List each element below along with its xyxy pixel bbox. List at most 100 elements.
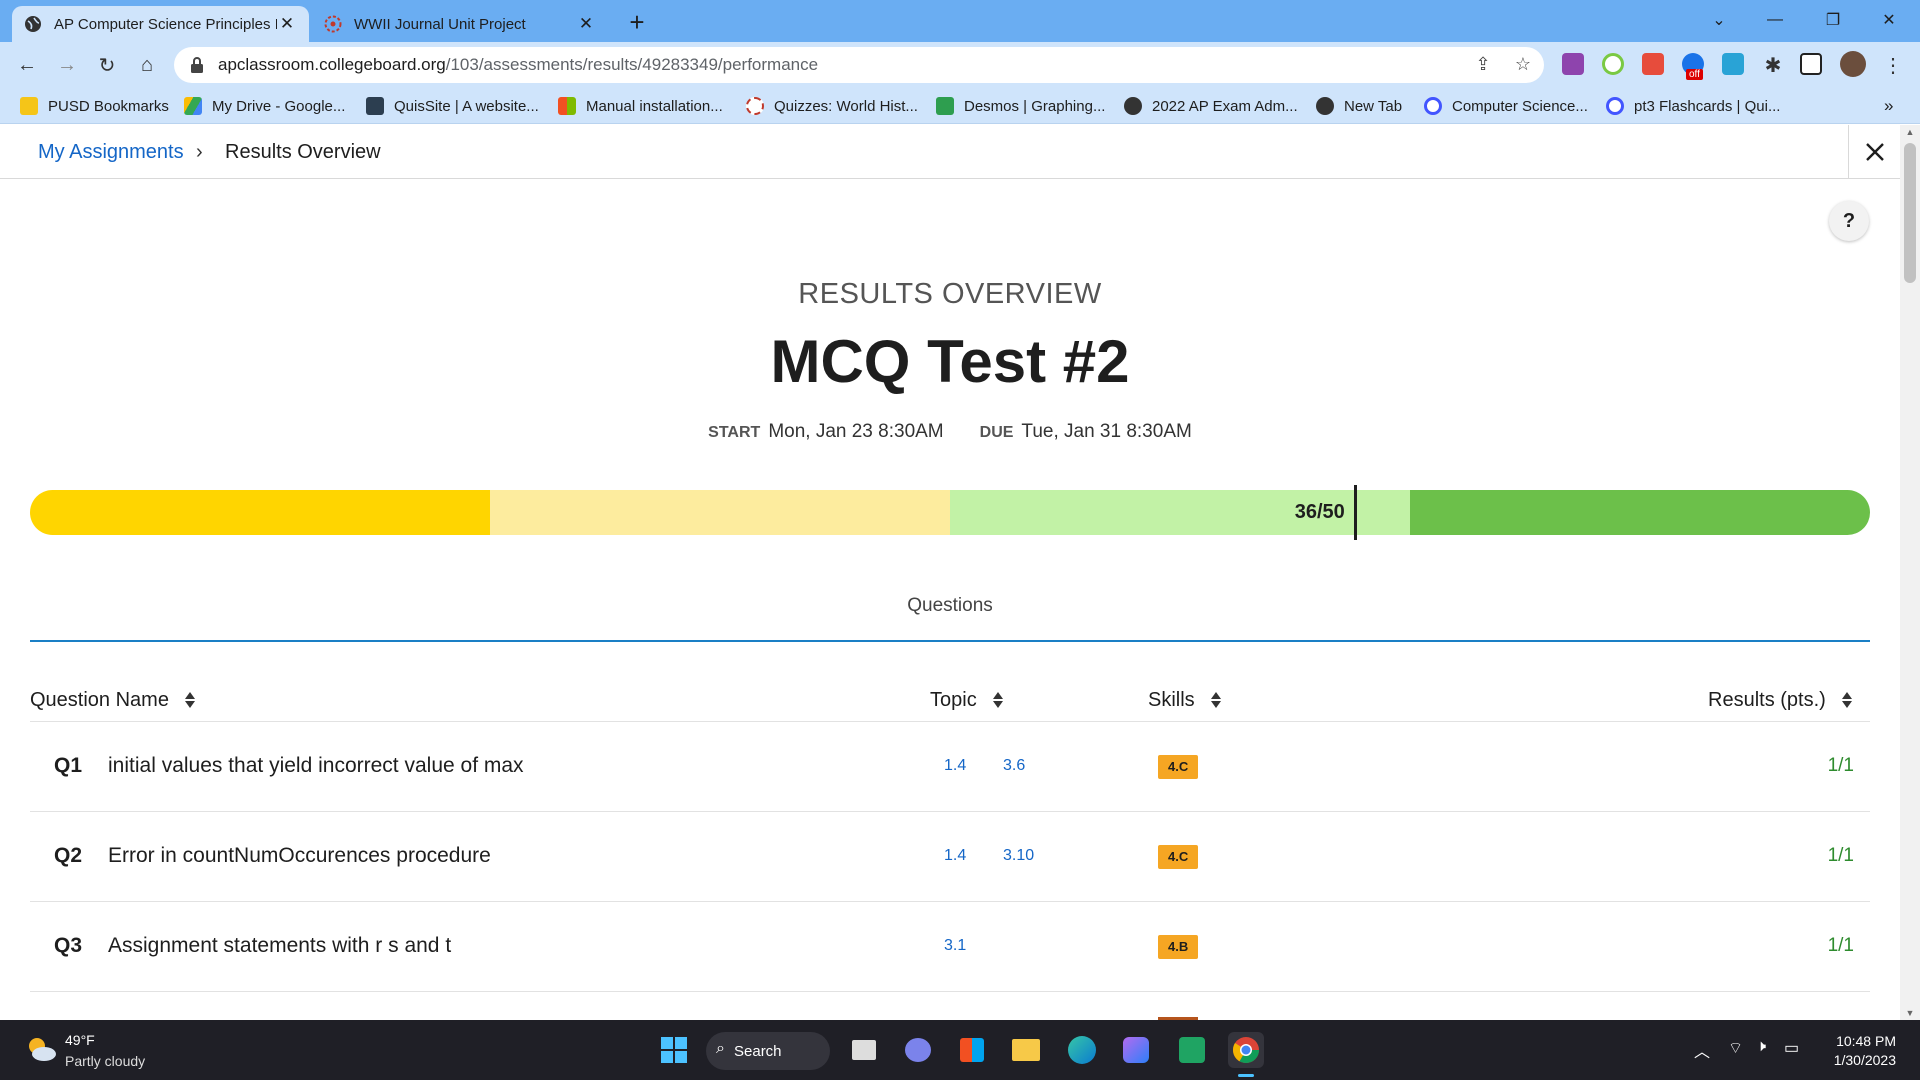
search-icon: ⌕ (716, 1040, 725, 1057)
bookmark-item[interactable]: New Tab (1316, 88, 1402, 124)
bookmark-item[interactable]: QuisSite | A website... (366, 88, 539, 124)
extension-icon[interactable] (1642, 53, 1664, 75)
start-label: START (708, 424, 761, 441)
bookmark-item[interactable]: pt3 Flashcards | Qui... (1606, 88, 1780, 124)
tab-search-icon[interactable]: ⌄ (1696, 0, 1742, 40)
column-question-name[interactable]: Question Name (30, 678, 195, 722)
question-name[interactable]: Error in countNumOccurences procedure (108, 812, 491, 900)
scroll-up-icon[interactable]: ▲ (1904, 127, 1916, 137)
new-tab-button[interactable]: + (622, 8, 652, 38)
forward-icon[interactable]: → (52, 50, 82, 80)
tab-title: WWII Journal Unit Project (354, 15, 526, 33)
back-icon[interactable]: ← (12, 50, 42, 80)
bookmark-item[interactable]: Computer Science... (1424, 88, 1588, 124)
globe-icon (24, 15, 42, 33)
tab-questions[interactable]: Questions (0, 595, 1900, 617)
avatar[interactable] (1840, 51, 1866, 77)
chevron-up-icon[interactable]: ︿ (1694, 1038, 1710, 1062)
file-explorer-icon[interactable] (1008, 1032, 1044, 1068)
question-name[interactable]: Assignment statements with r s and t (108, 902, 451, 990)
quizlet-icon (1606, 97, 1624, 115)
quizzes-icon (746, 97, 764, 115)
desmos-icon (936, 97, 954, 115)
start-date: Mon, Jan 23 8:30AM (768, 421, 944, 442)
chrome-icon[interactable] (1228, 1032, 1264, 1068)
reload-icon[interactable]: ↻ (92, 50, 122, 80)
taskbar-clock[interactable]: 10:48 PM 1/30/2023 (1834, 1032, 1896, 1070)
microsoft-store-icon[interactable] (954, 1032, 990, 1068)
puzzle-icon[interactable]: ✱ (1758, 50, 1788, 80)
volume-muted-icon[interactable]: 🕨 (1756, 1038, 1766, 1056)
address-bar[interactable]: apclassroom.collegeboard.org/103/assessm… (174, 47, 1544, 83)
question-number: Q2 (54, 844, 83, 867)
page-scrollbar[interactable]: ▲ ▼ (1900, 125, 1920, 1020)
tab-favicon-icon (324, 15, 342, 33)
taskbar-search-label: Search (734, 1042, 782, 1060)
topic-link[interactable]: 1.4 (944, 812, 966, 900)
sort-icon (184, 691, 195, 709)
column-skills[interactable]: Skills (1148, 678, 1221, 722)
help-button[interactable]: ? (1829, 201, 1869, 241)
copilot-icon[interactable] (1118, 1032, 1154, 1068)
topic-link[interactable]: 1.4 (944, 722, 966, 810)
result-points: 1/1 (1827, 755, 1854, 776)
breadcrumb-my-assignments[interactable]: My Assignments (38, 125, 184, 179)
side-panel-icon[interactable] (1800, 53, 1822, 75)
tab-ap-csp[interactable]: AP Computer Science Principles I ✕ (12, 6, 309, 42)
taskbar-search[interactable]: ⌕ Search (706, 1032, 830, 1070)
bookmark-item[interactable]: Desmos | Graphing... (936, 88, 1105, 124)
bookmark-star-icon[interactable]: ☆ (1512, 54, 1534, 76)
windows-start-icon[interactable] (656, 1032, 692, 1068)
page-title: MCQ Test #2 (770, 328, 1130, 395)
table-row[interactable]: Q3 Assignment statements with r s and t … (30, 902, 1870, 992)
skill-badge: 4.C (1158, 755, 1199, 779)
minimize-icon[interactable]: — (1752, 0, 1798, 40)
menu-kebab-icon[interactable]: ⋮ (1878, 50, 1908, 80)
topic-link[interactable]: 3.10 (1003, 812, 1034, 900)
restore-icon[interactable]: ❐ (1810, 0, 1856, 40)
column-results[interactable]: Results (pts.) (1708, 678, 1852, 722)
result-points: 1/1 (1827, 935, 1854, 956)
topic-link[interactable]: 3.1 (944, 902, 966, 990)
score-label: 36/50 (1294, 501, 1345, 523)
table-row[interactable]: Q1 initial values that yield incorrect v… (30, 722, 1870, 812)
url-text: apclassroom.collegeboard.org/103/assessm… (218, 55, 819, 74)
close-tab-icon[interactable]: ✕ (576, 14, 596, 34)
scroll-down-icon[interactable]: ▼ (1904, 1008, 1916, 1018)
tab-title: AP Computer Science Principles I (54, 15, 277, 33)
table-row[interactable]: Q2 Error in countNumOccurences procedure… (30, 812, 1870, 902)
question-name[interactable]: initial values that yield incorrect valu… (108, 722, 524, 810)
close-tab-icon[interactable]: ✕ (277, 14, 297, 34)
close-results-button[interactable] (1848, 125, 1900, 179)
home-icon[interactable]: ⌂ (132, 50, 162, 80)
task-view-icon[interactable] (846, 1032, 882, 1068)
tab-wwii[interactable]: WWII Journal Unit Project ✕ (312, 6, 608, 42)
tab-strip: AP Computer Science Principles I ✕ WWII … (0, 0, 1920, 42)
column-topic[interactable]: Topic (930, 678, 1003, 722)
close-window-icon[interactable]: ✕ (1866, 0, 1912, 40)
page-overline: RESULTS OVERVIEW (798, 278, 1102, 310)
bookmark-item[interactable]: Manual installation... (558, 88, 723, 124)
topic-link[interactable]: 3.6 (1003, 722, 1025, 810)
bookmark-item[interactable]: 2022 AP Exam Adm... (1124, 88, 1298, 124)
extension-icon[interactable] (1722, 53, 1744, 75)
bookmark-item[interactable]: Quizzes: World Hist... (746, 88, 918, 124)
bookmarks-overflow-button[interactable]: » (1884, 88, 1893, 124)
weather-temperature[interactable]: 49°F (65, 1032, 95, 1048)
edge-icon[interactable] (1064, 1032, 1100, 1068)
clock-time: 10:48 PM (1836, 1033, 1896, 1049)
microsoft-icon (558, 97, 576, 115)
app-icon[interactable] (1174, 1032, 1210, 1068)
extension-icon[interactable] (1602, 53, 1624, 75)
share-icon[interactable]: ⇪ (1472, 54, 1494, 76)
weather-condition[interactable]: Partly cloudy (65, 1053, 145, 1069)
extension-icon[interactable] (1562, 53, 1584, 75)
extension-badge: off (1686, 69, 1703, 80)
teams-chat-icon[interactable] (900, 1032, 936, 1068)
battery-icon[interactable]: ▭ (1784, 1038, 1799, 1058)
breadcrumb-current: Results Overview (225, 141, 381, 163)
scrollbar-thumb[interactable] (1904, 143, 1916, 283)
bookmark-item[interactable]: PUSD Bookmarks (20, 88, 169, 124)
bookmark-item[interactable]: My Drive - Google... (184, 88, 345, 124)
wifi-icon[interactable]: ⌔ (1728, 1038, 1743, 1058)
